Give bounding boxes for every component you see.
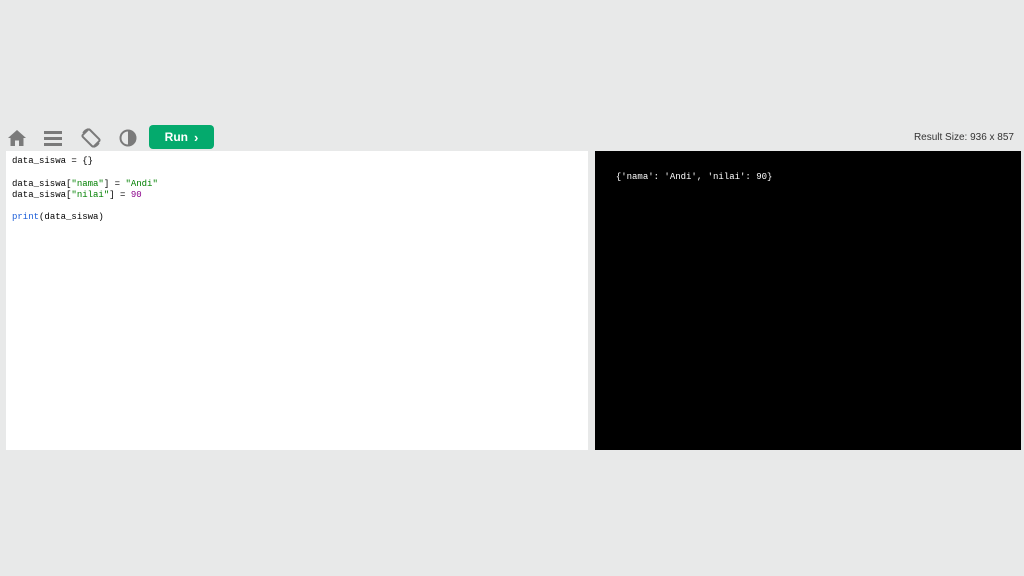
code-token-plain: data_siswa[ bbox=[12, 189, 72, 200]
code-token-string: "nilai" bbox=[71, 189, 110, 200]
code-token-plain: ] = bbox=[109, 189, 131, 200]
code-line: print(data_siswa) bbox=[12, 212, 582, 223]
code-token-function: print bbox=[12, 212, 40, 223]
chevron-right-icon: › bbox=[193, 129, 199, 145]
code-token-plain: ] = bbox=[103, 178, 126, 189]
code-line: data_siswa["nama"] = "Andi" bbox=[12, 179, 582, 190]
output-panel: {'nama': 'Andi', 'nilai': 90} bbox=[595, 151, 1021, 450]
menu-icon[interactable] bbox=[41, 126, 65, 150]
code-line: data_siswa["nilai"] = 90 bbox=[12, 190, 582, 201]
code-token-number: 90 bbox=[130, 189, 142, 200]
code-token-plain: data_siswa[ bbox=[12, 178, 72, 189]
run-button[interactable]: Run › bbox=[149, 125, 214, 149]
contrast-icon[interactable] bbox=[116, 126, 140, 150]
rotate-icon[interactable] bbox=[79, 126, 103, 150]
run-button-label: Run bbox=[164, 130, 188, 144]
code-line: data_siswa = {} bbox=[12, 156, 582, 167]
result-size-label: Result Size: 936 x 857 bbox=[913, 132, 1014, 143]
code-editor[interactable]: data_siswa = {} data_siswa["nama"] = "And… bbox=[6, 151, 588, 450]
code-token-plain: (data_siswa) bbox=[39, 212, 104, 223]
home-icon[interactable] bbox=[5, 126, 29, 150]
code-token-string: "nama" bbox=[71, 178, 104, 189]
output-text: {'nama': 'Andi', 'nilai': 90} bbox=[615, 172, 773, 182]
toolbar: Run › Result Size: 936 x 857 bbox=[0, 124, 1024, 151]
code-token-plain: data_siswa = {} bbox=[12, 156, 94, 166]
code-token-string: "Andi" bbox=[125, 178, 158, 189]
